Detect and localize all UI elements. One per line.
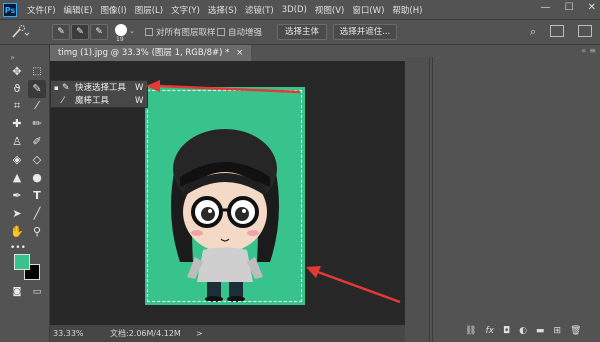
link-icon[interactable]: ⛓: [465, 326, 476, 336]
annotation-arrow-1: [157, 84, 301, 94]
trash-icon[interactable]: 🗑: [570, 326, 581, 336]
collapsed-panel-strip: [405, 57, 430, 342]
layers-panel: ⛓ fx ◘ ◐ ▬ ⊞ 🗑: [432, 57, 600, 342]
mask-icon[interactable]: ◘: [503, 326, 510, 336]
annotation-arrow-2: [317, 270, 401, 304]
zoom-level[interactable]: 33.33%: [53, 325, 84, 342]
layers-panel-footer: ⛓ fx ◘ ◐ ▬ ⊞ 🗑: [465, 326, 581, 336]
status-bar: 33.33% 文档:2.06M/4.12M >: [50, 325, 405, 342]
fx-icon[interactable]: fx: [485, 326, 494, 336]
right-panel-dock: « ≡ ⛓ fx ◘ ◐ ▬ ⊞ 🗑: [405, 45, 600, 342]
group-icon[interactable]: ▬: [536, 326, 545, 336]
adjustment-icon[interactable]: ◐: [519, 326, 527, 336]
status-arrow-icon[interactable]: >: [196, 325, 203, 342]
panel-menu-icon[interactable]: ≡: [589, 46, 596, 55]
panel-collapse-icon[interactable]: «: [581, 46, 586, 55]
document-size: 文档:2.06M/4.12M: [110, 329, 181, 338]
new-layer-icon[interactable]: ⊞: [553, 326, 561, 336]
arrowhead-1-icon: [146, 80, 160, 92]
